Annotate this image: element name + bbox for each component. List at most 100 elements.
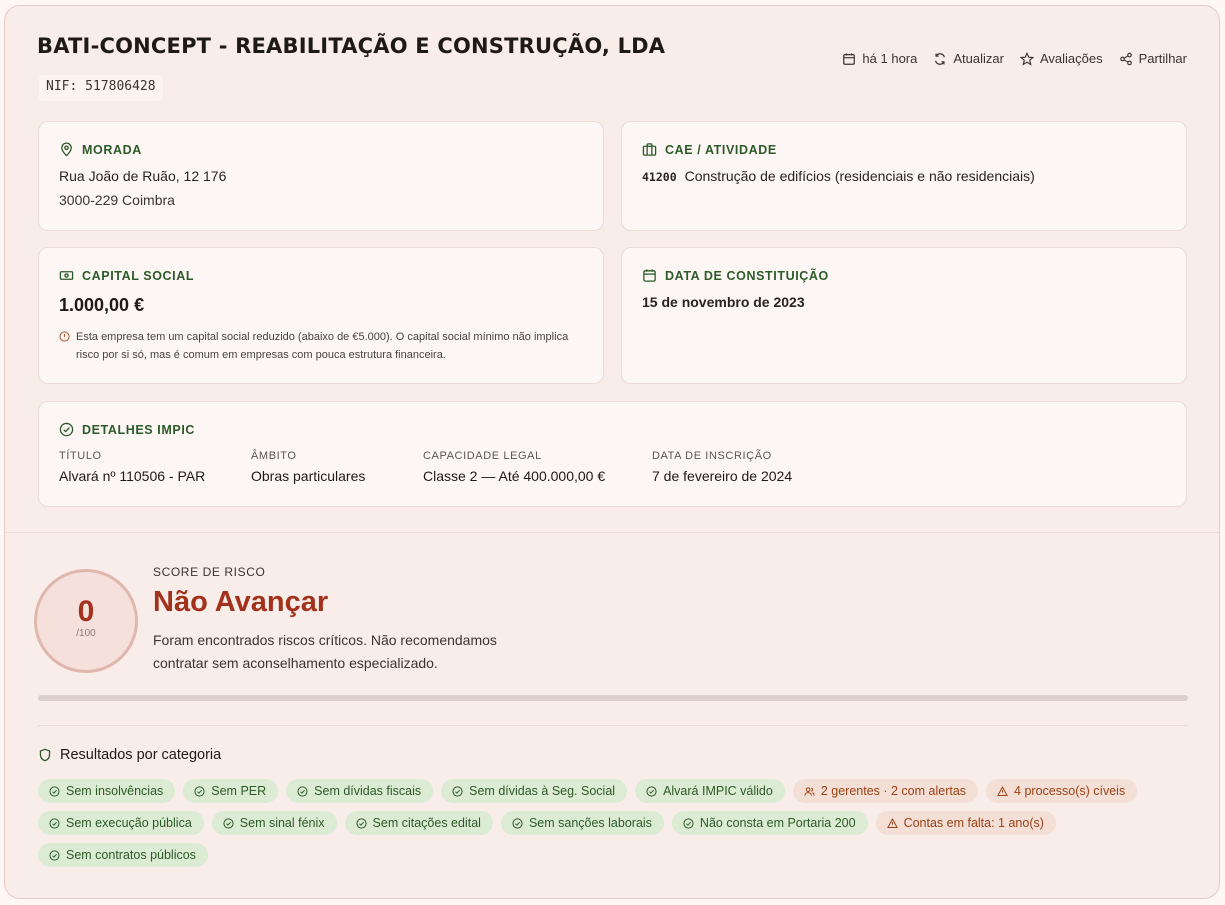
category-chip: 4 processo(s) cíveis	[986, 779, 1138, 803]
category-chip-label: Sem contratos públicos	[66, 848, 196, 862]
category-chip: Sem insolvências	[38, 779, 176, 803]
check-circle-icon	[297, 785, 308, 797]
impic-registration-field: DATA DE INSCRIÇÃO 7 de fevereiro de 2024	[652, 450, 792, 484]
category-chip-label: 2 gerentes · 2 com alertas	[820, 784, 967, 798]
cae-description: Construção de edifícios (residenciais e …	[684, 168, 1035, 184]
check-circle-icon	[646, 785, 657, 797]
category-chip-label: Contas em falta: 1 ano(s)	[903, 816, 1044, 830]
category-chip-label: Sem dívidas à Seg. Social	[469, 784, 616, 798]
address-heading: MORADA	[59, 142, 142, 157]
category-chip: 2 gerentes · 2 com alertas	[792, 779, 979, 803]
reviews-button[interactable]: Avaliações	[1019, 51, 1103, 66]
updated-indicator: há 1 hora	[842, 51, 917, 66]
check-circle-icon	[683, 817, 694, 829]
category-chip: Sem contratos públicos	[38, 843, 208, 867]
warning-icon	[886, 817, 898, 829]
check-circle-icon	[223, 817, 234, 829]
impic-capacity-value: Classe 2 — Até 400.000,00 €	[423, 468, 606, 484]
check-circle-icon	[49, 817, 60, 829]
categories-divider	[38, 725, 1188, 726]
star-icon	[1019, 51, 1034, 66]
impic-capacity-field: CAPACIDADE LEGAL Classe 2 — Até 400.000,…	[423, 450, 605, 484]
category-chip-label: Sem dívidas fiscais	[314, 784, 422, 798]
calendar-icon	[643, 269, 656, 282]
impic-registration-value: 7 de fevereiro de 2024	[652, 468, 793, 484]
cae-card: CAE / ATIVIDADE 41200 Construção de edifí…	[621, 121, 1187, 231]
check-circle-icon	[59, 422, 74, 437]
warning-icon	[997, 785, 1008, 797]
category-chip: Sem dívidas fiscais	[286, 779, 434, 803]
category-chip: Sem sanções laborais	[500, 811, 664, 835]
updated-label: há 1 hora	[862, 51, 918, 66]
category-chip: Não consta em Portaria 200	[671, 811, 868, 835]
category-chip-label: Não consta em Portaria 200	[699, 816, 856, 830]
cae-code: 41200	[642, 170, 677, 184]
constitution-heading: DATA DE CONSTITUIÇÃO	[642, 268, 829, 283]
impic-scope-field: ÂMBITO Obras particulares	[251, 450, 365, 484]
category-chip: Sem execução pública	[38, 811, 204, 835]
category-chip-label: Sem citações edital	[372, 816, 481, 830]
risk-score-value: 0	[77, 595, 95, 628]
users-icon	[804, 786, 815, 797]
category-chip: Sem sinal fénix	[211, 811, 337, 835]
category-chips: Sem insolvências Sem PER Sem dívidas fisca…	[38, 779, 1198, 867]
section-divider	[5, 532, 1219, 533]
address-heading-label: MORADA	[82, 142, 142, 157]
capital-heading: CAPITAL SOCIAL	[59, 268, 194, 283]
map-pin-icon	[61, 142, 72, 157]
share-icon	[1119, 52, 1132, 65]
impic-card: DETALHES IMPIC TÍTULO Alvará nº 110506 -…	[38, 401, 1187, 507]
refresh-button[interactable]: Atualizar	[933, 51, 1004, 66]
risk-score-label: SCORE DE RISCO	[153, 565, 266, 579]
category-chip: Sem citações edital	[344, 811, 493, 835]
check-circle-icon	[49, 849, 60, 861]
impic-title-value: Alvará nº 110506 - PAR	[59, 468, 206, 484]
check-circle-icon	[512, 817, 523, 829]
cae-activity: 41200 Construção de edifícios (residencia…	[642, 168, 1035, 184]
risk-description: Foram encontrados riscos críticos. Não r…	[153, 632, 497, 671]
capital-card: CAPITAL SOCIAL 1.000,00 € Esta empresa t…	[38, 247, 604, 384]
impic-heading-label: DETALHES IMPIC	[82, 422, 196, 437]
impic-scope-label: ÂMBITO	[251, 450, 297, 462]
category-chip-label: Sem execução pública	[66, 816, 192, 830]
company-report-panel: BATI-CONCEPT - REABILITAÇÃO E CONSTRUÇÃO…	[4, 5, 1220, 899]
category-chip: Sem PER	[183, 779, 279, 803]
category-chip: Sem dívidas à Seg. Social	[441, 779, 628, 803]
category-chip-label: Sem PER	[211, 784, 267, 798]
banknote-icon	[59, 271, 74, 280]
nif-badge: NIF: 517806428	[39, 75, 163, 101]
category-chip: Contas em falta: 1 ano(s)	[875, 811, 1056, 835]
impic-capacity-label: CAPACIDADE LEGAL	[423, 450, 542, 462]
share-label: Partilhar	[1138, 51, 1187, 66]
check-circle-icon	[355, 817, 367, 829]
capital-value: 1.000,00 €	[59, 295, 145, 315]
risk-progress-bar	[38, 695, 1188, 701]
impic-title-field: TÍTULO Alvará nº 110506 - PAR	[59, 450, 205, 484]
calendar-icon	[843, 52, 856, 65]
info-icon	[59, 331, 70, 342]
cae-heading: CAE / ATIVIDADE	[642, 142, 777, 157]
category-chip-label: Sem sinal fénix	[239, 816, 325, 830]
risk-verdict: Não Avançar	[153, 586, 329, 618]
check-circle-icon	[452, 785, 463, 797]
address-line-2: 3000-229 Coimbra	[59, 192, 175, 208]
category-chip-label: Alvará IMPIC válido	[663, 784, 773, 798]
risk-score-max: /100	[76, 628, 96, 639]
impic-title-label: TÍTULO	[59, 450, 102, 462]
constitution-heading-label: DATA DE CONSTITUIÇÃO	[665, 268, 829, 283]
constitution-card: DATA DE CONSTITUIÇÃO 15 de novembro de 2…	[621, 247, 1187, 384]
impic-registration-label: DATA DE INSCRIÇÃO	[652, 450, 772, 462]
impic-heading: DETALHES IMPIC	[59, 422, 195, 437]
category-chip-label: 4 processo(s) cíveis	[1014, 784, 1126, 798]
risk-score-gauge: 0 /100	[34, 569, 138, 673]
capital-note-text: Esta empresa tem um capital social reduz…	[76, 331, 569, 361]
category-chip: Alvará IMPIC válido	[635, 779, 785, 803]
share-button[interactable]: Partilhar	[1119, 51, 1187, 66]
constitution-date: 15 de novembro de 2023	[642, 294, 805, 310]
toolbar: há 1 hora Atualizar Avaliações Partilhar	[842, 51, 1187, 66]
check-circle-icon	[194, 785, 205, 797]
reviews-label: Avaliações	[1039, 51, 1103, 66]
shield-icon	[39, 748, 51, 762]
categories-heading: Resultados por categoria	[38, 747, 221, 763]
briefcase-icon	[642, 143, 657, 156]
